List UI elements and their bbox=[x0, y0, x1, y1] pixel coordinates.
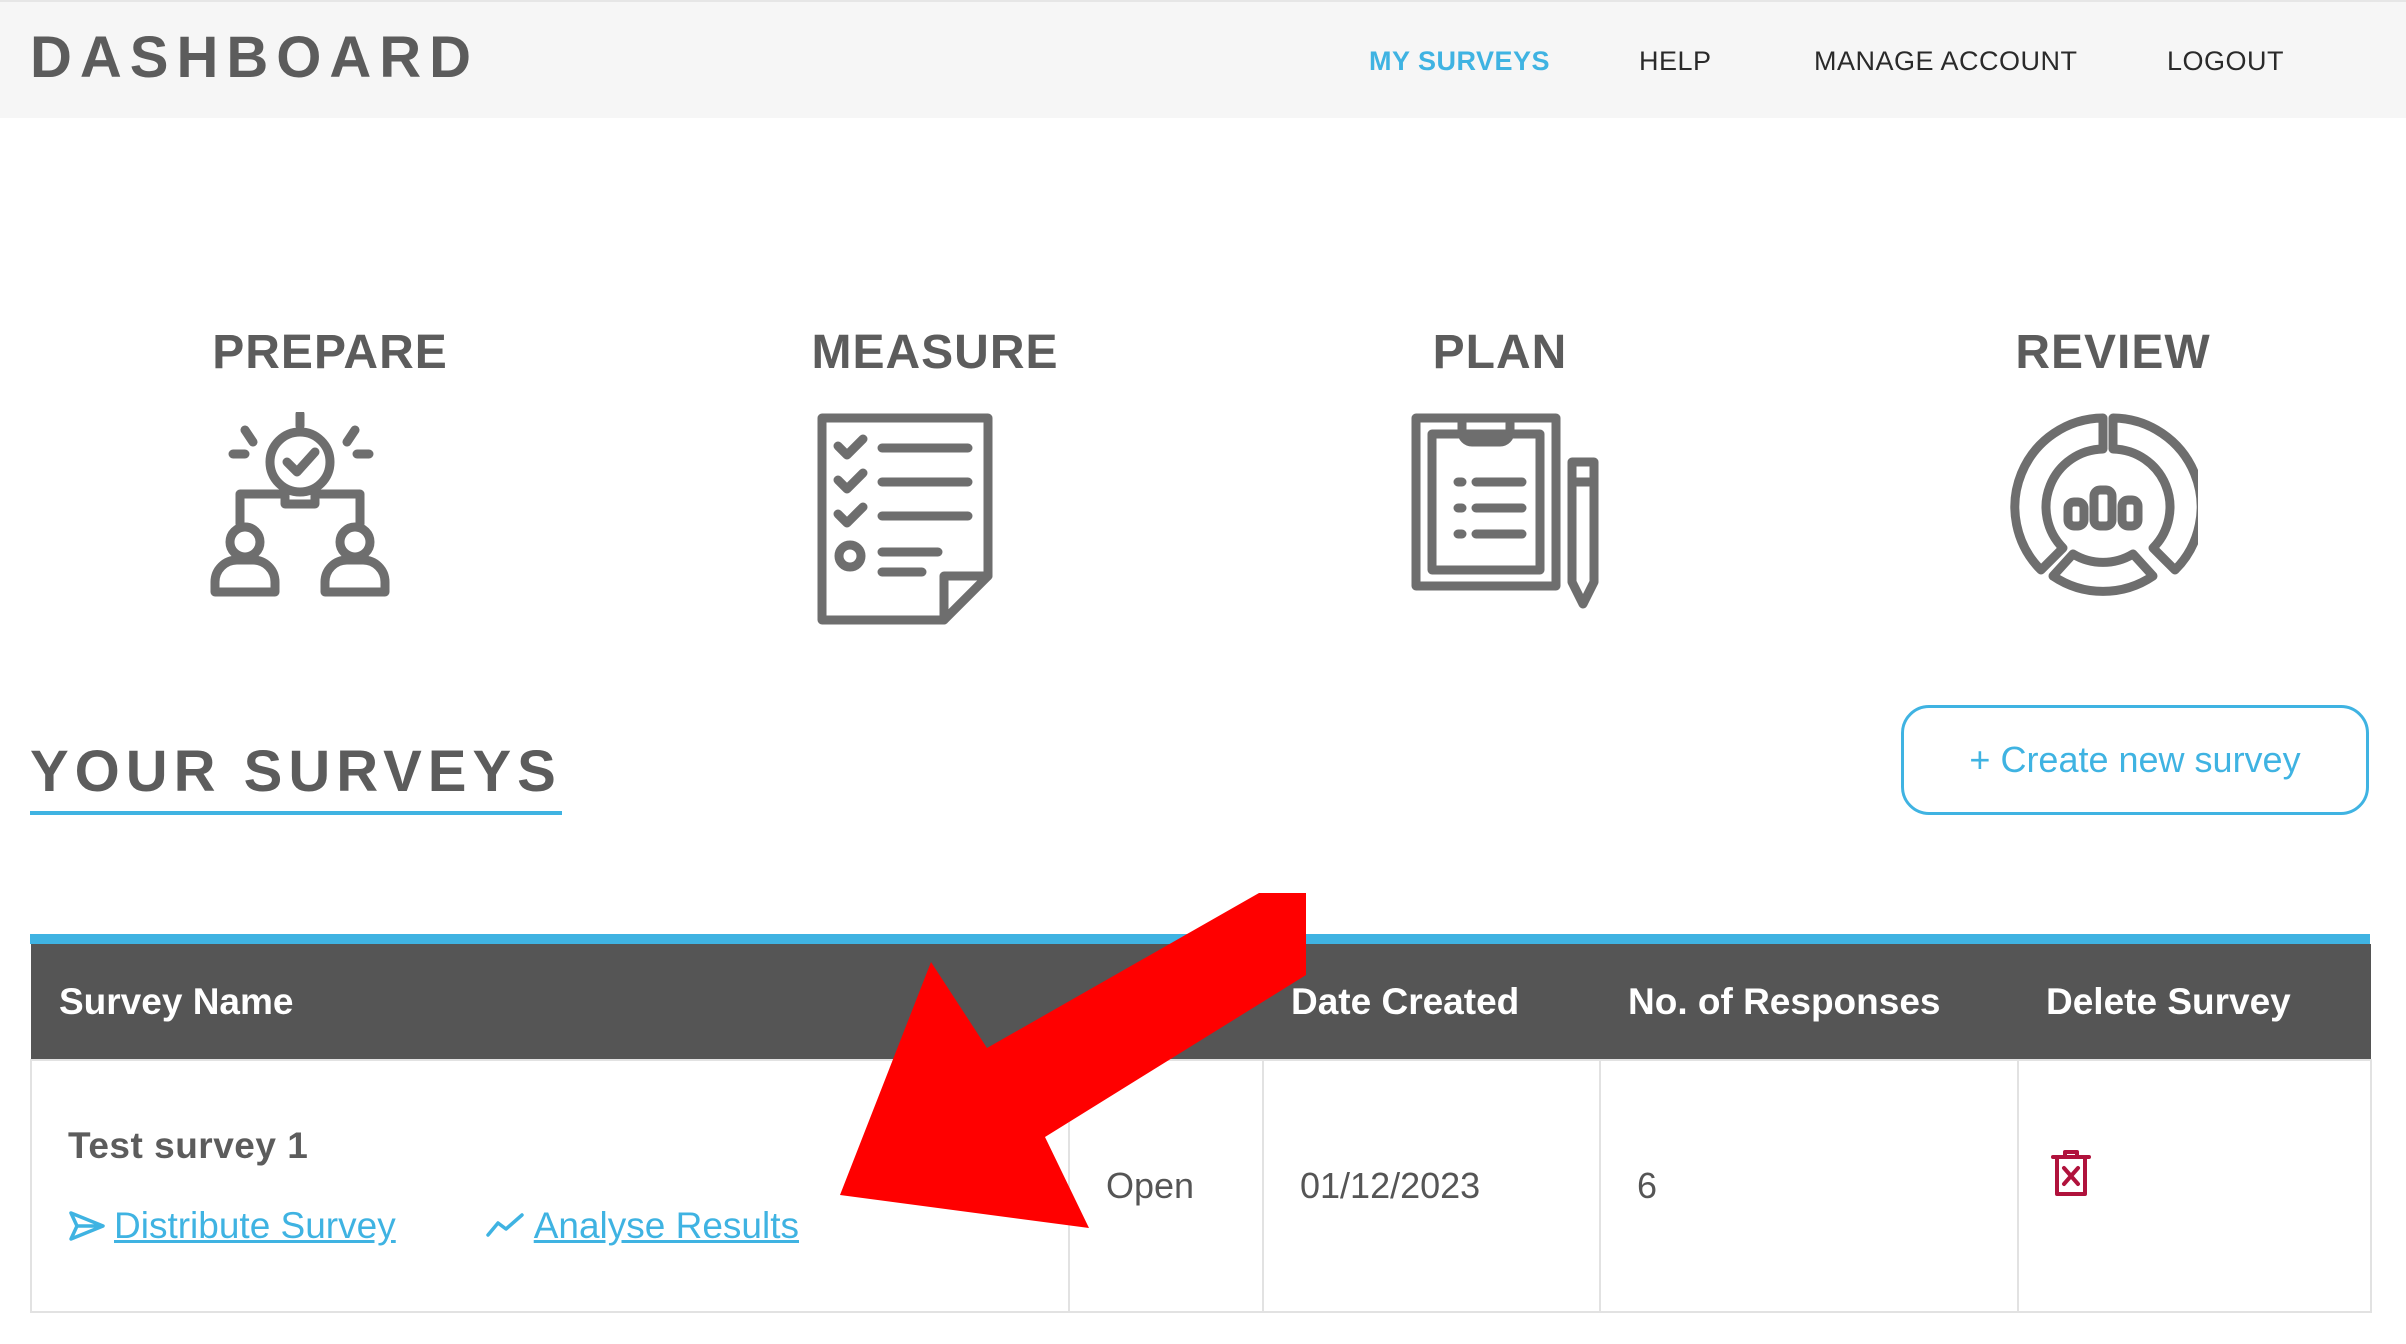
date-created-cell: 01/12/2023 bbox=[1262, 1059, 1601, 1313]
people-idea-icon bbox=[210, 412, 390, 597]
surveys-table: Survey Name Date Created No. of Response… bbox=[30, 934, 2372, 1313]
table-row: Test survey 1 Distribute Survey Analyse … bbox=[30, 1059, 2372, 1313]
app-title: DASHBOARD bbox=[30, 25, 479, 90]
header-status bbox=[1069, 944, 1263, 1060]
table-accent-bar bbox=[30, 934, 2370, 944]
delete-cell bbox=[2017, 1059, 2372, 1313]
analyse-results-label: Analyse Results bbox=[533, 1205, 800, 1246]
top-navigation-bar: DASHBOARD MY SURVEYS HELP MANAGE ACCOUNT… bbox=[0, 0, 2406, 118]
send-icon bbox=[69, 1211, 105, 1241]
survey-status-cell: Open bbox=[1068, 1059, 1264, 1313]
stage-prepare: PREPARE bbox=[130, 325, 530, 602]
header-date-created[interactable]: Date Created bbox=[1263, 944, 1600, 1060]
stage-measure: MEASURE bbox=[735, 325, 1135, 626]
checklist-icon bbox=[817, 413, 993, 625]
distribute-survey-link[interactable]: Distribute Survey bbox=[68, 1205, 396, 1247]
analyse-results-link[interactable]: Analyse Results bbox=[485, 1205, 800, 1247]
header-survey-name[interactable]: Survey Name bbox=[31, 944, 1069, 1060]
clipboard-pen-icon bbox=[1411, 413, 1599, 609]
stage-plan: PLAN bbox=[1300, 325, 1700, 612]
header-responses[interactable]: No. of Responses bbox=[1600, 944, 2018, 1060]
stage-plan-title: PLAN bbox=[1432, 326, 1568, 379]
table-header-row: Survey Name Date Created No. of Response… bbox=[31, 944, 2371, 1060]
nav-help[interactable]: HELP bbox=[1639, 46, 1712, 77]
analytics-donut-icon bbox=[2010, 413, 2198, 596]
stage-review: REVIEW bbox=[1913, 325, 2313, 602]
stage-prepare-title: PREPARE bbox=[212, 326, 448, 379]
header-delete-survey: Delete Survey bbox=[2018, 944, 2371, 1060]
survey-name-cell: Test survey 1 Distribute Survey Analyse … bbox=[30, 1059, 1070, 1313]
nav-my-surveys[interactable]: MY SURVEYS bbox=[1369, 46, 1550, 77]
distribute-survey-label: Distribute Survey bbox=[114, 1205, 396, 1246]
nav-logout[interactable]: LOGOUT bbox=[2167, 46, 2284, 77]
responses-cell: 6 bbox=[1599, 1059, 2019, 1313]
create-new-survey-button[interactable]: + Create new survey bbox=[1901, 705, 2369, 815]
nav-manage-account[interactable]: MANAGE ACCOUNT bbox=[1814, 46, 2078, 77]
trend-line-icon bbox=[485, 1213, 524, 1237]
delete-trash-icon[interactable] bbox=[2049, 1148, 2093, 1198]
survey-name: Test survey 1 bbox=[68, 1125, 309, 1166]
stage-review-title: REVIEW bbox=[2015, 326, 2211, 379]
your-surveys-heading: YOUR SURVEYS bbox=[30, 738, 562, 815]
stage-measure-title: MEASURE bbox=[811, 326, 1059, 379]
